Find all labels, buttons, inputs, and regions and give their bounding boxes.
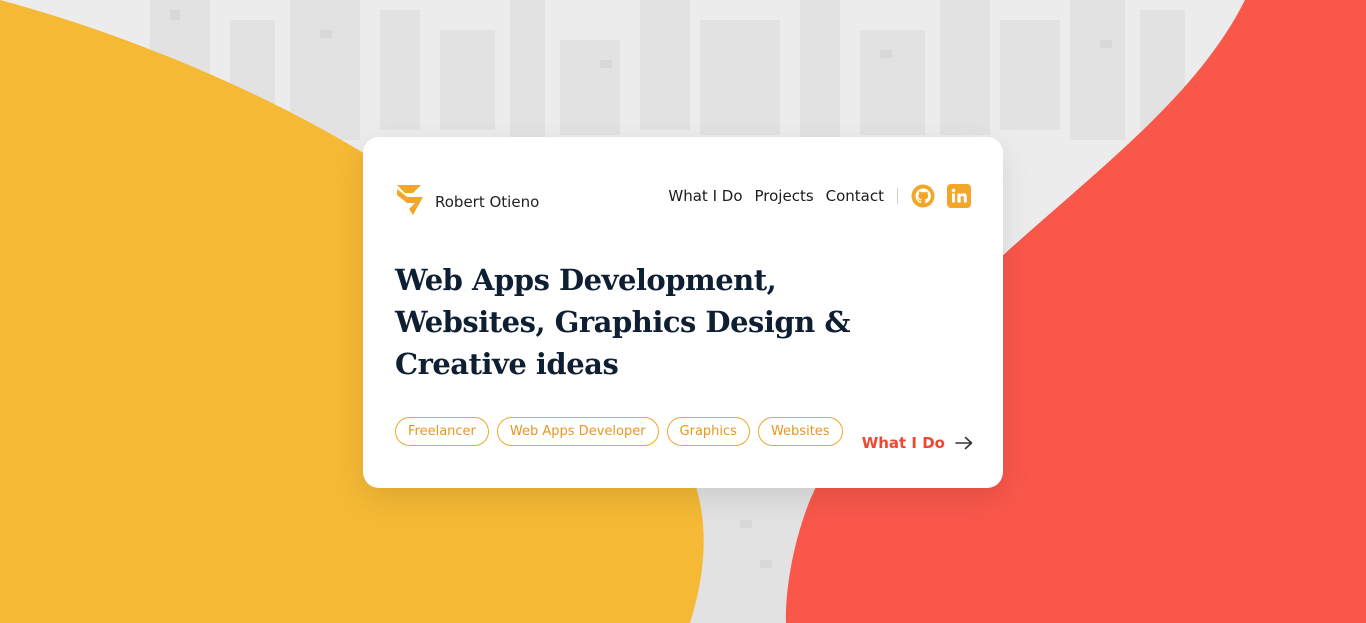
page: Robert Otieno What I Do Projects Contact [0,0,1366,623]
chevron-stripes-logo-icon [397,185,423,215]
brand[interactable]: Robert Otieno [395,183,539,217]
nav-link-projects[interactable]: Projects [755,187,814,205]
tag-list: Freelancer Web Apps Developer Graphics W… [395,417,843,446]
what-i-do-cta[interactable]: What I Do [862,434,973,452]
tag-graphics: Graphics [666,417,750,446]
cta-label: What I Do [861,434,945,452]
tag-web-apps-developer: Web Apps Developer [496,417,659,446]
hero-card: Robert Otieno What I Do Projects Contact [363,137,1003,488]
hero-headline: Web Apps Development, Websites, Graphics… [395,263,851,381]
main-nav: What I Do Projects Contact [668,184,971,208]
nav-link-contact[interactable]: Contact [826,187,884,205]
nav-divider [897,188,898,204]
arrow-right-icon [955,436,973,450]
tag-freelancer: Freelancer [395,417,489,446]
nav-link-what-i-do[interactable]: What I Do [668,187,742,205]
tag-websites: Websites [757,417,843,446]
github-icon[interactable] [911,184,935,208]
linkedin-icon[interactable] [947,184,971,208]
brand-name: Robert Otieno [435,192,540,211]
